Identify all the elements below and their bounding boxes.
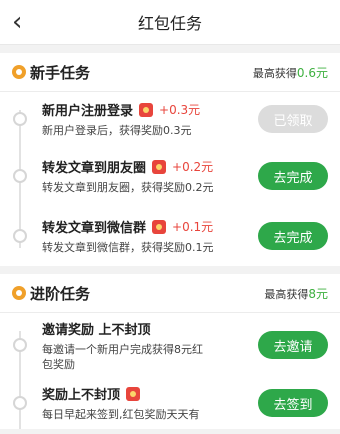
task-info: 邀请奖励 上不封顶 每邀请一个新用户完成获得8元红包奖励: [42, 319, 258, 372]
task-row: 新用户注册登录 +0.3元 新用户登录后，获得奖励0.3元 已领取: [0, 92, 340, 146]
spacer: [0, 45, 340, 53]
task-description: 每日早起来签到,红包奖励天天有: [42, 408, 200, 421]
task-row: 邀请奖励 上不封顶 每邀请一个新用户完成获得8元红包奖励 去邀请: [0, 313, 340, 377]
red-packet-icon: [152, 219, 167, 234]
claimed-button[interactable]: 已领取: [258, 105, 328, 133]
bell-icon: [12, 65, 26, 79]
top-bar: ‹ 红包任务: [0, 0, 340, 45]
task-description: 转发文章到朋友圈，获得奖励0.2元: [42, 181, 214, 194]
complete-button[interactable]: 去完成: [258, 162, 328, 190]
task-title: 奖励上不封顶: [42, 388, 121, 403]
task-description: 每邀请一个新用户完成获得8元红包奖励: [42, 342, 203, 371]
task-title: 转发文章到朋友圈: [42, 161, 147, 176]
task-info: 奖励上不封顶 每日早起来签到,红包奖励天天有: [42, 384, 258, 422]
timeline-dot: [13, 169, 27, 183]
task-row: 转发文章到微信群 +0.1元 转发文章到微信群，获得奖励0.1元 去完成: [0, 206, 340, 266]
task-row: 转发文章到朋友圈 +0.2元 转发文章到朋友圈，获得奖励0.2元 去完成: [0, 146, 340, 206]
sign-in-button[interactable]: 去签到: [258, 389, 328, 417]
task-description: 新用户登录后，获得奖励0.3元: [42, 124, 192, 137]
red-packet-icon: [139, 102, 154, 117]
timeline-dot: [13, 229, 27, 243]
bell-icon: [12, 286, 26, 300]
task-info: 转发文章到微信群 +0.1元 转发文章到微信群，获得奖励0.1元: [42, 217, 258, 255]
task-bonus: +0.1元: [172, 220, 214, 234]
back-chevron-icon[interactable]: ‹: [12, 7, 22, 37]
task-info: 转发文章到朋友圈 +0.2元 转发文章到朋友圈，获得奖励0.2元: [42, 157, 258, 195]
section-title: 新手任务: [30, 63, 91, 82]
task-bonus: +0.2元: [172, 160, 214, 174]
timeline-dot: [13, 396, 27, 410]
invite-button[interactable]: 去邀请: [258, 331, 328, 359]
task-title: 转发文章到微信群: [42, 221, 147, 236]
task-title: 新用户注册登录: [42, 104, 134, 119]
timeline-dot: [13, 338, 27, 352]
section-header-beginner: 新手任务 最高获得0.6元: [0, 53, 340, 92]
section-title: 进阶任务: [30, 284, 91, 303]
task-title: 邀请奖励 上不封顶: [42, 322, 151, 338]
page-title: 红包任务: [137, 14, 202, 33]
section-max-reward: 最高获得8元: [264, 286, 328, 301]
task-info: 新用户注册登录 +0.3元 新用户登录后，获得奖励0.3元: [42, 100, 258, 138]
timeline-dot: [13, 112, 27, 126]
spacer: [0, 266, 340, 274]
red-packet-icon: [126, 386, 141, 401]
red-packet-icon: [152, 159, 167, 174]
task-description: 转发文章到微信群，获得奖励0.1元: [42, 241, 214, 254]
section-header-advanced: 进阶任务 最高获得8元: [0, 274, 340, 313]
task-bonus: +0.3元: [159, 103, 201, 117]
complete-button[interactable]: 去完成: [258, 222, 328, 250]
section-max-reward: 最高获得0.6元: [252, 65, 328, 80]
task-row: 奖励上不封顶 每日早起来签到,红包奖励天天有 去签到: [0, 377, 340, 429]
